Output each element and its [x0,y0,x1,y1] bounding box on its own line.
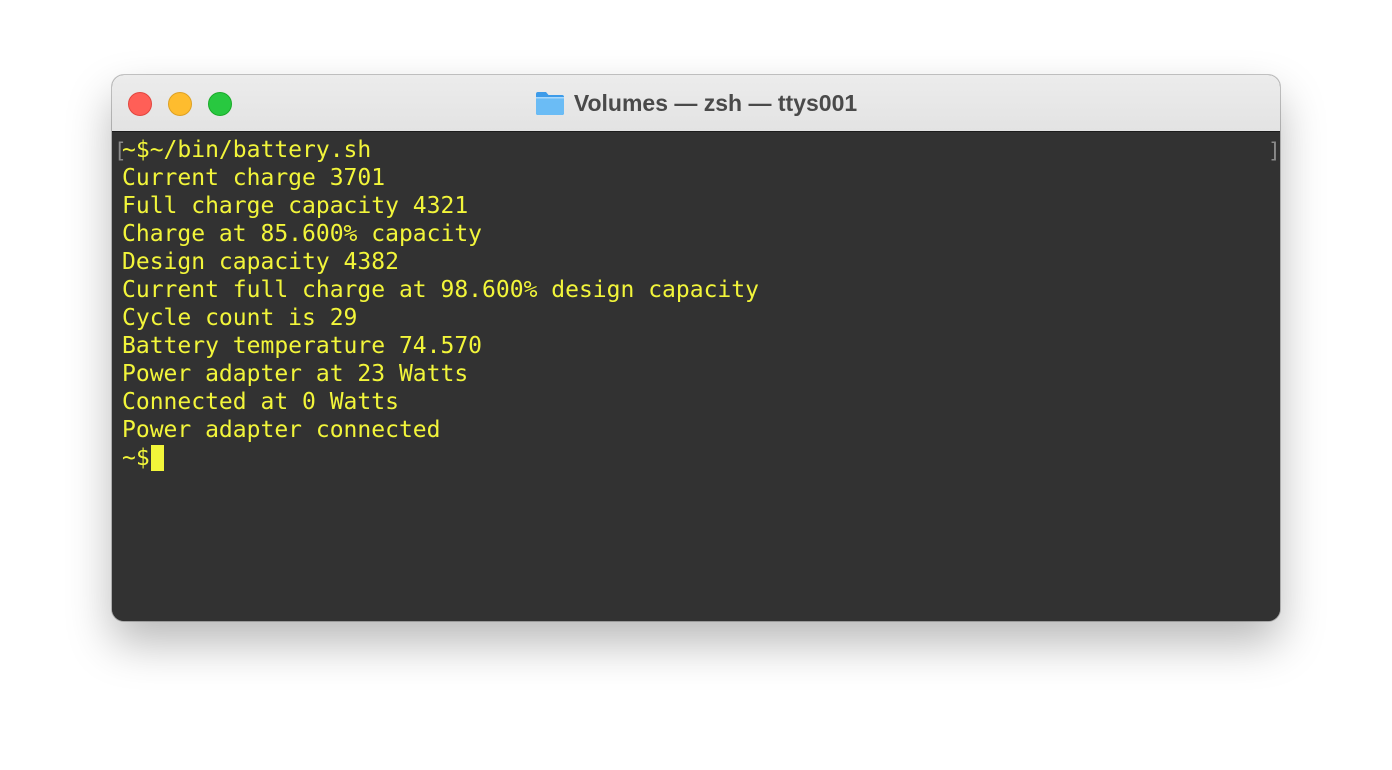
terminal-output: ~$~/bin/battery.sh Current charge 3701 F… [122,136,759,472]
output-line: Charge at 85.600% capacity [122,221,483,247]
output-line: Current charge 3701 [122,165,386,191]
prompt-line[interactable]: ~$ [122,444,759,472]
output-line: Cycle count is 29 [122,305,358,331]
window-title: Volumes — zsh — ttys001 [573,89,858,116]
window-title-group: Volumes — zsh — ttys001 [112,75,1280,131]
output-line: Power adapter at 23 Watts [122,361,469,387]
title-bar[interactable]: Volumes — zsh — ttys001 [112,75,1280,132]
output-line: Power adapter connected [122,417,441,443]
output-line: Current full charge at 98.600% design ca… [122,277,759,303]
output-line: Design capacity 4382 [122,249,399,275]
selection-bracket-right: ] [1268,139,1280,163]
shell-prompt: ~$ [122,445,150,471]
output-line: Connected at 0 Watts [122,389,399,415]
text-cursor [150,445,164,471]
output-line: Battery temperature 74.570 [122,333,483,359]
terminal-content[interactable]: [ ] ~$~/bin/battery.sh Current charge 37… [112,132,1280,621]
command-line: ~$~/bin/battery.sh [122,137,372,163]
terminal-window: Volumes — zsh — ttys001 [ ] ~$~/bin/batt… [112,75,1280,621]
folder-icon [535,90,565,116]
output-line: Full charge capacity 4321 [122,193,469,219]
